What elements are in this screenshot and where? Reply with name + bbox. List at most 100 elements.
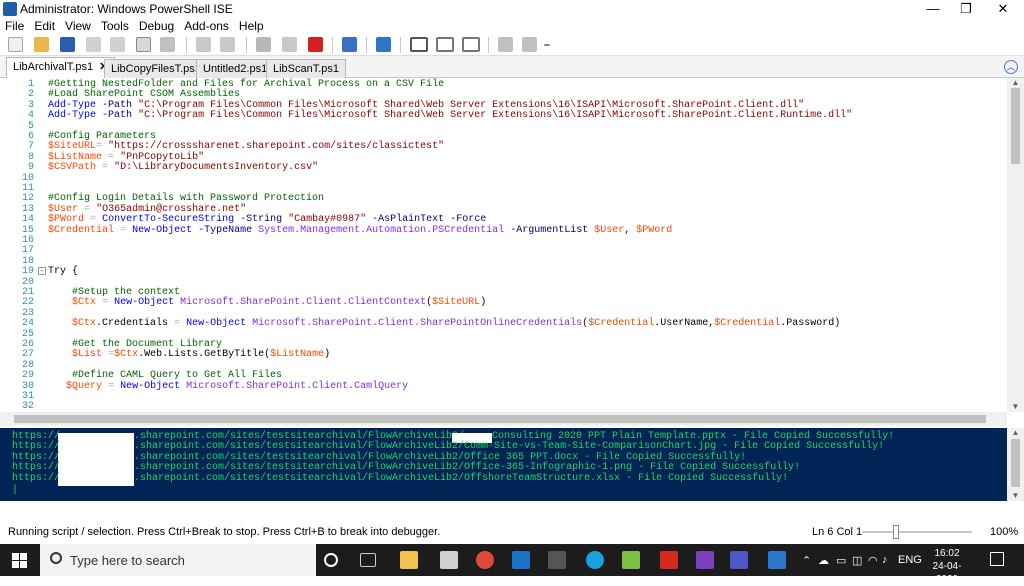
windows-start-icon[interactable]	[12, 553, 28, 569]
start-powershell-icon[interactable]	[376, 37, 391, 52]
show-script-pane-right-icon[interactable]	[436, 37, 454, 52]
script-editor[interactable]: 1 2 3 4 5 6 7 8 9 10 11 12 13 14 15 16 17 18 19 20 21 22 23 24 2…	[0, 78, 1007, 412]
app-icon[interactable]	[622, 551, 640, 569]
code-line[interactable]: $List =$Ctx.Web.Lists.GetByTitle($ListNa…	[48, 350, 330, 360]
code-token: $ListName	[270, 349, 325, 361]
editor-horizontal-scrollbar[interactable]	[0, 412, 1007, 426]
menu-addons[interactable]: Add-ons	[179, 18, 234, 34]
action-center-icon[interactable]	[990, 552, 1004, 566]
console-scrollbar[interactable]: ▲ ▼	[1007, 428, 1024, 501]
tab-untitled2[interactable]: Untitled2.ps1	[196, 59, 275, 78]
file-explorer-icon[interactable]	[400, 551, 418, 569]
code-token: Microsoft.SharePoint.Client.ClientContex…	[180, 297, 427, 309]
show-command-window-icon[interactable]	[498, 37, 513, 52]
menu-tools[interactable]: Tools	[96, 18, 134, 34]
skype-icon[interactable]	[586, 551, 604, 569]
scroll-down-icon[interactable]: ▼	[1007, 402, 1024, 412]
code-token: $List	[72, 349, 103, 361]
code-token: "https://crosssharenet.sharepoint.com/si…	[108, 141, 445, 153]
teams-icon[interactable]	[730, 551, 748, 569]
toolbar-separator	[186, 37, 187, 53]
toolbar-separator	[246, 37, 247, 53]
taskbar-search-box[interactable]: Type here to search	[40, 544, 316, 576]
code-token: $PWord	[48, 214, 85, 226]
code-line[interactable]: $Ctx.Credentials = New-Object Microsoft.…	[48, 318, 840, 329]
zoom-slider[interactable]	[862, 531, 972, 533]
clear-console-icon[interactable]	[160, 37, 175, 52]
zoom-slider-thumb[interactable]	[893, 525, 899, 539]
show-script-pane-maximized-icon[interactable]	[462, 37, 480, 52]
code-token: System.Management.Automation.PSCredentia…	[258, 224, 505, 236]
powershell-taskbar-icon[interactable]	[768, 551, 786, 569]
console-pane[interactable]: https:// .sharepoint.com/sites/testsitear…	[0, 428, 1007, 501]
code-token: $Ctx	[72, 297, 97, 309]
powershell-ise-icon	[3, 2, 17, 16]
code-token: -ArgumentList	[510, 224, 589, 236]
clock-time: 16:02	[934, 548, 960, 559]
close-button[interactable]: ✕	[980, 0, 1024, 18]
notepad-icon[interactable]	[440, 551, 458, 569]
cursor-position: Ln 6 Col 1	[812, 526, 863, 538]
editor-vertical-scrollbar[interactable]: ▲ ▼	[1007, 78, 1024, 412]
menu-help[interactable]: Help	[234, 18, 269, 34]
code-area[interactable]: #Getting NestedFolder and Files for Arch…	[48, 78, 1007, 412]
remote-powershell-icon[interactable]	[342, 37, 357, 52]
taskbar-clock[interactable]: 16:02 24-04-2020	[922, 547, 972, 586]
toolbar-separator	[366, 37, 367, 53]
scroll-thumb[interactable]	[1011, 88, 1020, 164]
volume-icon[interactable]: ♪	[882, 554, 888, 566]
open-folder-icon[interactable]	[34, 37, 49, 52]
stop-operation-icon[interactable]	[308, 37, 323, 52]
collapse-script-pane-icon[interactable]: ︿	[1004, 60, 1018, 74]
show-script-pane-top-icon[interactable]	[410, 37, 428, 52]
show-command-addon-icon[interactable]	[522, 37, 537, 52]
tray-app-icon[interactable]: ▭	[836, 554, 846, 567]
paste-icon[interactable]	[136, 37, 151, 52]
tab-libscant[interactable]: LibScanT.ps1	[266, 59, 347, 78]
run-script-icon[interactable]	[256, 37, 271, 52]
outlook-icon[interactable]	[512, 551, 530, 569]
scroll-thumb[interactable]	[1011, 439, 1020, 487]
save-icon[interactable]	[60, 37, 75, 52]
scroll-thumb[interactable]	[14, 415, 986, 423]
scroll-up-icon[interactable]: ▲	[1007, 78, 1024, 88]
network-icon[interactable]: ◫	[852, 554, 862, 567]
undo-icon[interactable]	[196, 37, 211, 52]
redaction-box	[58, 453, 134, 464]
onedrive-icon[interactable]: ☁	[818, 554, 829, 567]
menu-edit[interactable]: Edit	[29, 18, 60, 34]
tab-libcopyfilest[interactable]: LibCopyFilesT.ps1	[104, 59, 208, 78]
code-line[interactable]: $CSVPath = "D:\LibraryDocumentsInventory…	[48, 162, 318, 173]
acrobat-icon[interactable]	[660, 551, 678, 569]
code-line[interactable]: Try {	[48, 266, 78, 277]
menu-debug[interactable]: Debug	[134, 18, 179, 34]
cortana-icon[interactable]	[324, 553, 338, 567]
chrome-icon[interactable]	[476, 551, 494, 569]
menu-file[interactable]: File	[0, 18, 29, 34]
input-language[interactable]: ENG	[898, 554, 922, 566]
scroll-down-icon[interactable]: ▼	[1007, 491, 1024, 501]
fold-toggle-icon[interactable]: -	[38, 267, 46, 275]
show-hidden-icons-icon[interactable]: ⌃	[802, 554, 811, 567]
code-line[interactable]: $Credential = New-Object -TypeName Syste…	[48, 224, 672, 236]
run-selection-icon[interactable]	[282, 37, 297, 52]
menu-view[interactable]: View	[60, 18, 96, 34]
app-icon[interactable]	[548, 551, 566, 569]
redo-icon[interactable]	[220, 37, 235, 52]
new-file-icon[interactable]	[8, 37, 23, 52]
wifi-icon[interactable]: ◠	[868, 554, 878, 567]
code-token: $SiteURL	[48, 141, 97, 153]
tab-libarchivalt[interactable]: LibArchivalT.ps1✕	[6, 57, 116, 78]
cut-icon[interactable]	[86, 37, 101, 52]
menu-bar: File Edit View Tools Debug Add-ons Help	[0, 18, 1024, 34]
code-line[interactable]: $Query = New-Object Microsoft.SharePoint…	[48, 381, 408, 392]
console-prompt[interactable]: |	[12, 485, 18, 496]
copy-icon[interactable]	[110, 37, 125, 52]
visual-studio-icon[interactable]	[696, 551, 714, 569]
scroll-up-icon[interactable]: ▲	[1007, 428, 1024, 438]
task-view-icon[interactable]	[360, 553, 376, 567]
toolbar-overflow-icon[interactable]	[544, 44, 550, 46]
code-line[interactable]: Add-Type -Path "C:\Program Files\Common …	[48, 110, 852, 121]
code-line[interactable]: $Ctx = New-Object Microsoft.SharePoint.C…	[48, 298, 486, 308]
